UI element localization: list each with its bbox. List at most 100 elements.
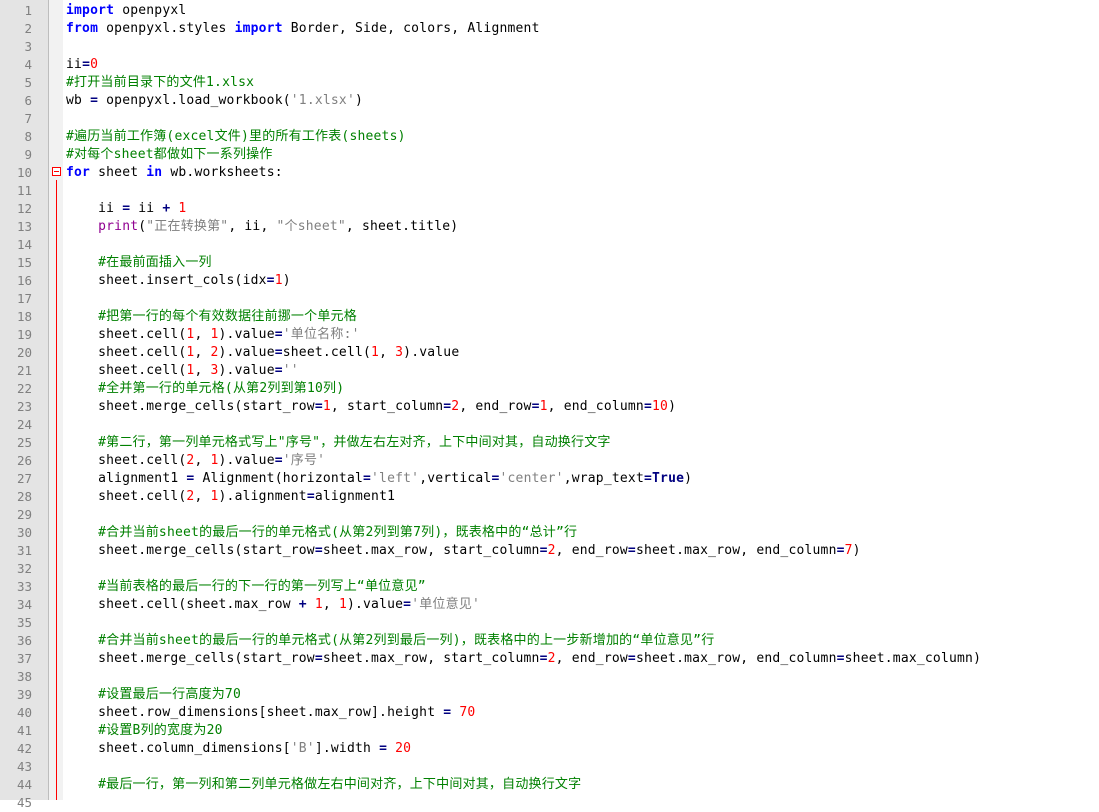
line-number: 5 [24, 75, 32, 90]
code-line[interactable]: 13 print("正在转换第", ii, "个sheet", sheet.ti… [0, 218, 1099, 236]
code-line[interactable]: 44 #最后一行，第一列和第二列单元格做左右中间对齐，上下中间对其，自动换行文字 [0, 776, 1099, 794]
code-line[interactable]: 36 #合并当前sheet的最后一行的单元格式(从第2列到最后一列)，既表格中的… [0, 632, 1099, 650]
code-line[interactable]: 42 sheet.column_dimensions['B'].width = … [0, 740, 1099, 758]
operator-token: = [539, 543, 548, 558]
comment-token: #对每个sheet都做如下一系列操作 [66, 147, 273, 162]
code-line[interactable]: 5 #打开当前目录下的文件1.xlsx [0, 74, 1099, 92]
code-token: ) [684, 471, 693, 486]
line-number: 13 [16, 219, 32, 234]
code-token: wb [66, 93, 91, 108]
code-text: sheet.insert_cols(idx=1) [66, 272, 291, 290]
operator-token: = [379, 741, 388, 756]
code-line[interactable]: 3 [0, 38, 1099, 56]
code-line[interactable]: 27 alignment1 = Alignment(horizontal='le… [0, 470, 1099, 488]
code-line[interactable]: 28 sheet.cell(2, 1).alignment=alignment1 [0, 488, 1099, 506]
code-line[interactable]: 4 ii=0 [0, 56, 1099, 74]
code-line[interactable]: 45 [0, 794, 1099, 812]
line-number: 9 [24, 147, 32, 162]
code-line[interactable]: 26 sheet.cell(2, 1).value='序号' [0, 452, 1099, 470]
code-token: ).value [218, 363, 275, 378]
comment-token: #合并当前sheet的最后一行的单元格式(从第2列到第7列)，既表格中的“总计”… [98, 525, 578, 540]
line-number: 42 [16, 741, 32, 756]
code-line[interactable]: 40 sheet.row_dimensions[sheet.max_row].h… [0, 704, 1099, 722]
code-line[interactable]: 11 [0, 182, 1099, 200]
comment-token: #把第一行的每个有效数据往前挪一个单元格 [98, 309, 357, 324]
code-line[interactable]: 24 [0, 416, 1099, 434]
code-line[interactable]: 21 sheet.cell(1, 3).value='' [0, 362, 1099, 380]
comment-token: #打开当前目录下的文件1.xlsx [66, 75, 255, 90]
keyword-token: in [146, 165, 163, 180]
line-number: 14 [16, 237, 32, 252]
code-token: sheet.cell( [66, 363, 187, 378]
operator-token: = [266, 273, 275, 288]
code-token: sheet.cell(sheet.max_row [66, 597, 299, 612]
code-line[interactable]: 31 sheet.merge_cells(start_row=sheet.max… [0, 542, 1099, 560]
constant-token: True [652, 471, 685, 486]
code-text: alignment1 = Alignment(horizontal='left'… [66, 470, 692, 488]
code-editor[interactable]: 1 import openpyxl 2 from openpyxl.styles im… [0, 0, 1099, 810]
code-line[interactable]: 37 sheet.merge_cells(start_row=sheet.max… [0, 650, 1099, 668]
string-token: "个sheet" [276, 219, 346, 234]
code-token: , start_column [330, 399, 444, 414]
operator-token: = [627, 543, 636, 558]
code-line[interactable]: 16 sheet.insert_cols(idx=1) [0, 272, 1099, 290]
code-line[interactable]: 29 [0, 506, 1099, 524]
code-line[interactable]: 22 #全并第一行的单元格(从第2列到第10列) [0, 380, 1099, 398]
line-number: 38 [16, 669, 32, 684]
operator-token: = [314, 651, 323, 666]
code-line[interactable]: 32 [0, 560, 1099, 578]
code-line[interactable]: 33 #当前表格的最后一行的下一行的第一列写上“单位意见” [0, 578, 1099, 596]
code-line[interactable]: 23 sheet.merge_cells(start_row=1, start_… [0, 398, 1099, 416]
line-number: 7 [24, 111, 32, 126]
operator-token: = [274, 363, 283, 378]
code-line[interactable]: 41 #设置B列的宽度为20 [0, 722, 1099, 740]
line-number: 30 [16, 525, 32, 540]
code-line[interactable]: 9 #对每个sheet都做如下一系列操作 [0, 146, 1099, 164]
code-token: sheet.row_dimensions[sheet.max_row].heig… [66, 705, 444, 720]
code-line[interactable]: 38 [0, 668, 1099, 686]
code-line[interactable]: 7 [0, 110, 1099, 128]
code-line[interactable]: 39 #设置最后一行高度为70 [0, 686, 1099, 704]
line-number: 36 [16, 633, 32, 648]
code-line[interactable]: 43 [0, 758, 1099, 776]
number-token: 1 [210, 453, 219, 468]
code-text: #合并当前sheet的最后一行的单元格式(从第2列到最后一列)，既表格中的上一步… [66, 632, 714, 650]
string-token: '' [282, 363, 299, 378]
line-number: 31 [16, 543, 32, 558]
number-token: 1 [314, 597, 323, 612]
code-line[interactable]: 35 [0, 614, 1099, 632]
code-token: ).value [403, 345, 460, 360]
code-text: wb = openpyxl.load_workbook('1.xlsx') [66, 92, 363, 110]
line-number: 17 [16, 291, 32, 306]
line-number: 39 [16, 687, 32, 702]
code-token: ,wrap_text [563, 471, 644, 486]
number-token: 7 [844, 543, 853, 558]
code-line[interactable]: 14 [0, 236, 1099, 254]
code-line[interactable]: 2 from openpyxl.styles import Border, Sid… [0, 20, 1099, 38]
code-line[interactable]: 19 sheet.cell(1, 1).value='单位名称:' [0, 326, 1099, 344]
string-token: 'left' [371, 471, 420, 486]
code-line[interactable]: 18 #把第一行的每个有效数据往前挪一个单元格 [0, 308, 1099, 326]
code-line[interactable]: 1 import openpyxl [0, 2, 1099, 20]
code-line[interactable]: 17 [0, 290, 1099, 308]
code-line[interactable]: 15 #在最前面插入一列 [0, 254, 1099, 272]
line-number: 10 [16, 165, 32, 180]
code-line[interactable]: 12 ii = ii + 1 [0, 200, 1099, 218]
code-line[interactable]: 6 wb = openpyxl.load_workbook('1.xlsx') [0, 92, 1099, 110]
line-number: 1 [24, 3, 32, 18]
operator-token: = [122, 201, 131, 216]
number-token: 3 [395, 345, 404, 360]
string-token: 'B' [290, 741, 315, 756]
code-token: , end_row [555, 543, 628, 558]
code-line[interactable]: 30 #合并当前sheet的最后一行的单元格式(从第2列到第7列)，既表格中的“… [0, 524, 1099, 542]
code-line[interactable]: 10 for sheet in wb.worksheets: [0, 164, 1099, 182]
code-line[interactable]: 8 #遍历当前工作簿(excel文件)里的所有工作表(sheets) [0, 128, 1099, 146]
line-number: 12 [16, 201, 32, 216]
code-line[interactable]: 25 #第二行，第一列单元格式写上"序号"，并做左右左对齐，上下中间对其，自动换… [0, 434, 1099, 452]
code-line[interactable]: 20 sheet.cell(1, 2).value=sheet.cell(1, … [0, 344, 1099, 362]
code-token: ).value [346, 597, 404, 612]
code-line[interactable]: 34 sheet.cell(sheet.max_row + 1, 1).valu… [0, 596, 1099, 614]
